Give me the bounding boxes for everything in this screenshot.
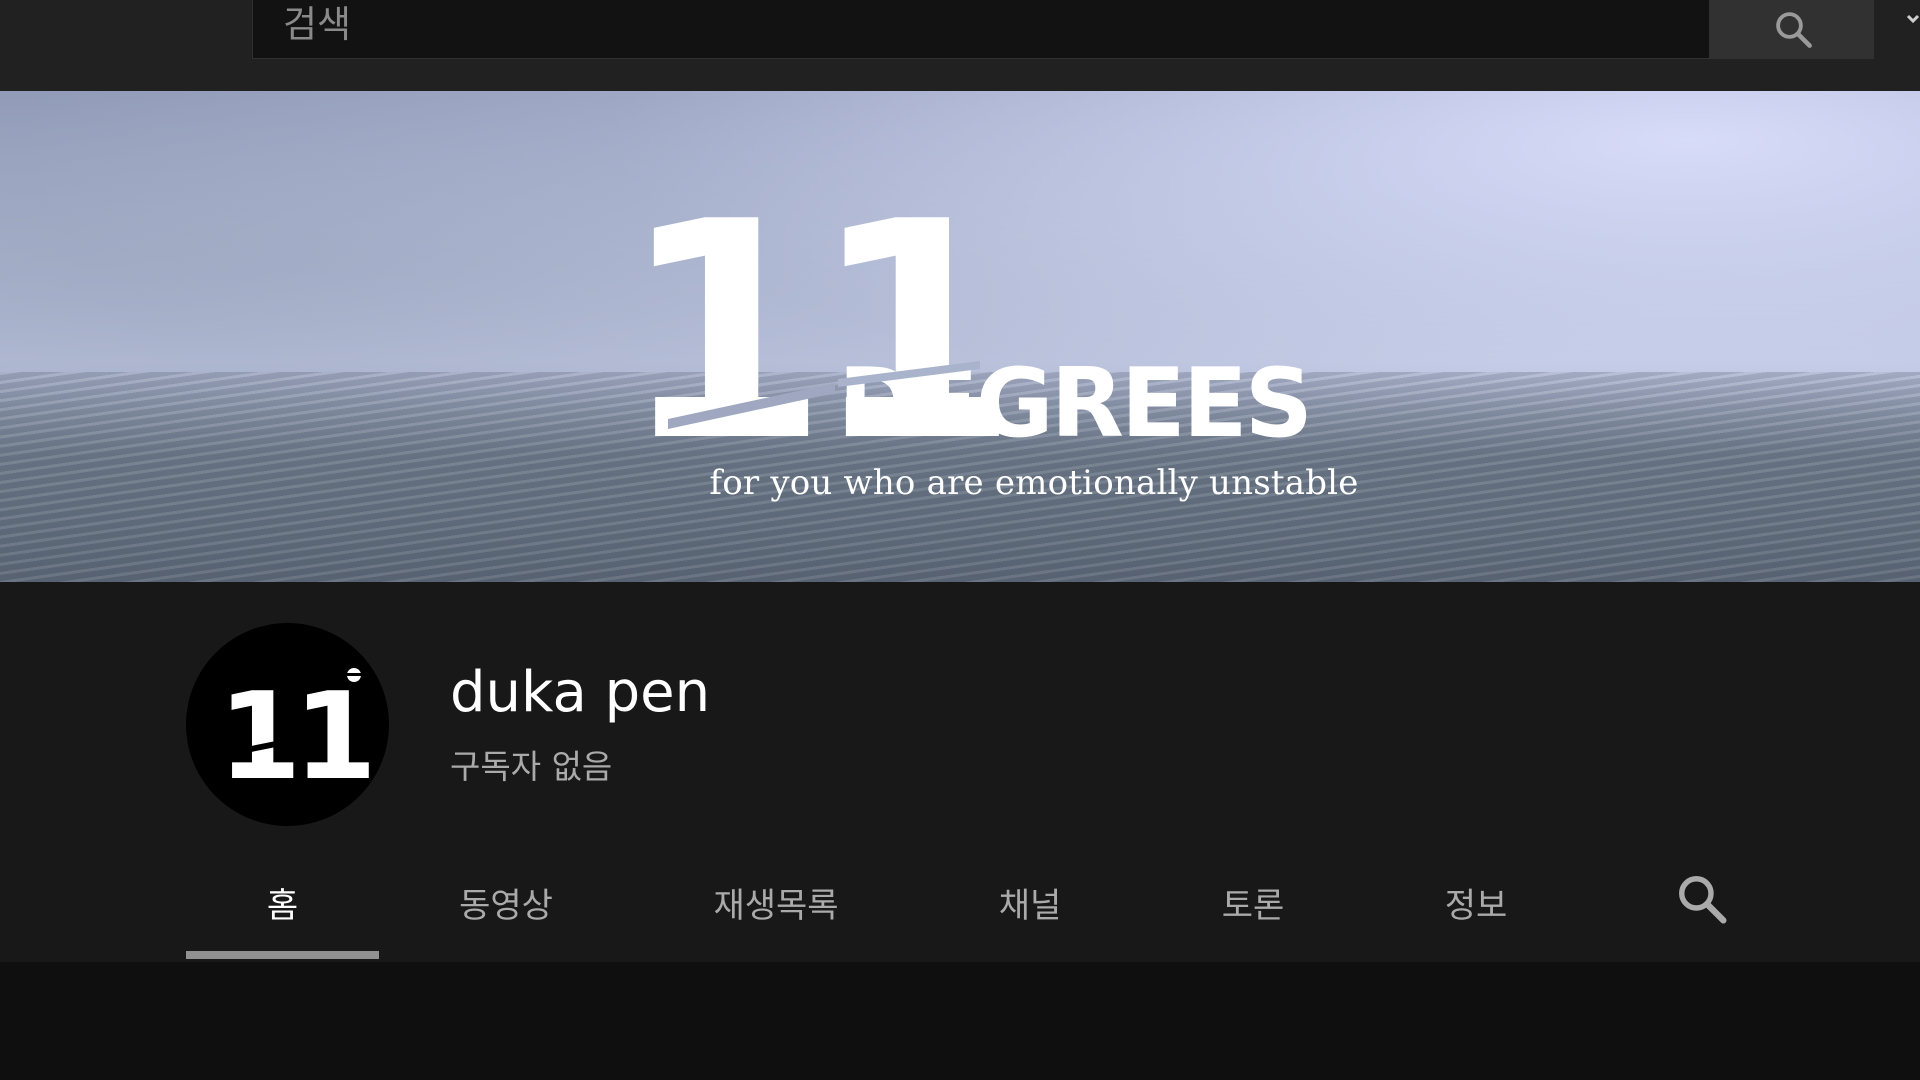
search-button[interactable] [1710, 0, 1874, 59]
tab-about[interactable]: 정보 [1386, 862, 1566, 962]
active-tab-indicator [186, 951, 379, 959]
search-icon[interactable] [1675, 872, 1729, 926]
channel-tabs: 홈 동영상 재생목록 채널 토론 정보 [0, 862, 1920, 962]
tab-videos[interactable]: 동영상 [410, 862, 602, 962]
banner-tagline: for you who are emotionally unstable [709, 463, 1359, 503]
search-icon [1775, 11, 1812, 48]
top-bar [0, 0, 1920, 91]
tab-home[interactable]: 홈 [186, 862, 379, 962]
channel-name: duka pen [450, 660, 711, 725]
tab-channels[interactable]: 채널 [940, 862, 1120, 962]
avatar-logo: 11 [218, 668, 377, 807]
subscriber-count: 구독자 없음 [450, 747, 613, 786]
search-box[interactable] [252, 0, 1710, 59]
tab-playlists[interactable]: 재생목록 [660, 862, 892, 962]
chevron-down-icon[interactable] [1906, 8, 1920, 28]
page-content [0, 962, 1920, 1080]
search-input[interactable] [283, 0, 1683, 49]
channel-banner: 11 DEGREES for you who are emotionally u… [0, 91, 1920, 582]
banner-logo: 11 DEGREES [620, 158, 1313, 507]
banner-word: DEGREES [838, 349, 1310, 459]
tab-discussion[interactable]: 토론 [1163, 862, 1343, 962]
avatar[interactable]: 11 [186, 623, 389, 826]
